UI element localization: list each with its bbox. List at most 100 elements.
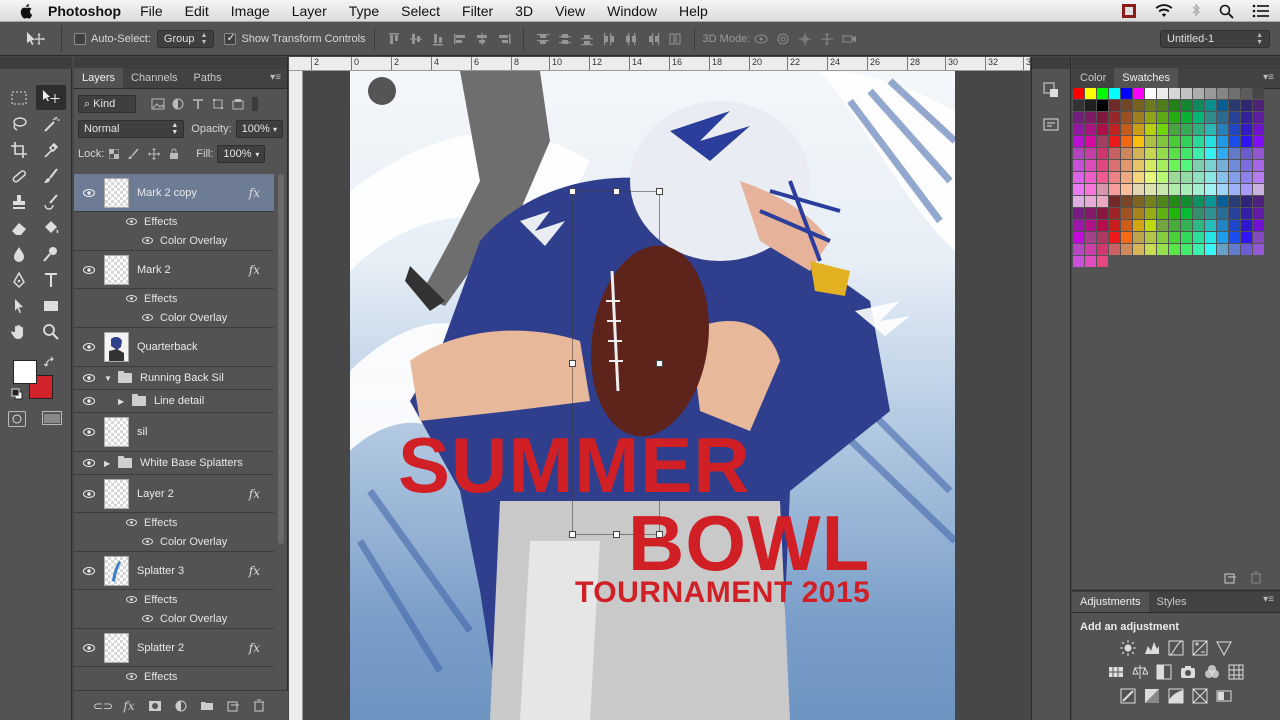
- distribute-vcenter-icon[interactable]: [556, 30, 574, 48]
- filter-shape-icon[interactable]: [208, 95, 228, 113]
- gradient-map-icon[interactable]: [1215, 687, 1233, 705]
- swatch[interactable]: [1205, 136, 1216, 147]
- lasso-tool[interactable]: [4, 111, 34, 136]
- document-canvas[interactable]: SUMMER BOWL TOURNAMENT 2015: [350, 71, 955, 720]
- swatch[interactable]: [1253, 208, 1264, 219]
- layer-group-white-base-splatters[interactable]: ▶ White Base Splatters: [74, 452, 274, 475]
- swatch[interactable]: [1241, 112, 1252, 123]
- swatch[interactable]: [1109, 196, 1120, 207]
- swatch[interactable]: [1145, 160, 1156, 171]
- swatch[interactable]: [1085, 160, 1096, 171]
- swatch[interactable]: [1121, 112, 1132, 123]
- swatch[interactable]: [1109, 172, 1120, 183]
- swatch[interactable]: [1121, 184, 1132, 195]
- layer-fx-icon[interactable]: fx: [249, 564, 260, 578]
- effects-eye-icon[interactable]: [124, 293, 138, 304]
- swatch[interactable]: [1157, 196, 1168, 207]
- effects-eye-icon[interactable]: [124, 594, 138, 605]
- menu-image[interactable]: Image: [231, 3, 270, 19]
- swatch[interactable]: [1169, 196, 1180, 207]
- swatch[interactable]: [1241, 148, 1252, 159]
- swatch[interactable]: [1217, 232, 1228, 243]
- swatch[interactable]: [1145, 220, 1156, 231]
- eraser-tool[interactable]: [4, 215, 34, 240]
- swatch[interactable]: [1193, 208, 1204, 219]
- swatch[interactable]: [1181, 160, 1192, 171]
- swatch[interactable]: [1241, 208, 1252, 219]
- tab-layers[interactable]: Layers: [74, 68, 124, 88]
- menu-edit[interactable]: Edit: [185, 3, 209, 19]
- swatch[interactable]: [1217, 160, 1228, 171]
- healing-brush-tool[interactable]: [4, 163, 34, 188]
- swatch[interactable]: [1241, 124, 1252, 135]
- color-lookup-icon[interactable]: [1227, 663, 1245, 681]
- swatch[interactable]: [1157, 88, 1168, 99]
- type-tool[interactable]: [36, 267, 66, 292]
- app-menu[interactable]: Photoshop: [48, 3, 121, 19]
- effect-eye-icon[interactable]: [140, 235, 154, 246]
- swatch[interactable]: [1181, 232, 1192, 243]
- swatch[interactable]: [1229, 172, 1240, 183]
- distribute-bottom-icon[interactable]: [578, 30, 596, 48]
- swatch[interactable]: [1133, 136, 1144, 147]
- swatch[interactable]: [1157, 100, 1168, 111]
- swatch[interactable]: [1073, 100, 1084, 111]
- swatch[interactable]: [1229, 148, 1240, 159]
- swatch[interactable]: [1097, 208, 1108, 219]
- visibility-eye-icon[interactable]: [74, 489, 104, 498]
- selective-color-icon[interactable]: [1191, 687, 1209, 705]
- swatch[interactable]: [1121, 148, 1132, 159]
- effects-eye-icon[interactable]: [124, 216, 138, 227]
- swatch[interactable]: [1109, 184, 1120, 195]
- visibility-eye-icon[interactable]: [74, 343, 104, 351]
- swatch[interactable]: [1253, 184, 1264, 195]
- swatch[interactable]: [1073, 208, 1084, 219]
- swatch[interactable]: [1193, 172, 1204, 183]
- swatch[interactable]: [1205, 220, 1216, 231]
- swatch[interactable]: [1193, 124, 1204, 135]
- align-hcenter-icon[interactable]: [473, 30, 491, 48]
- swatch[interactable]: [1157, 160, 1168, 171]
- visibility-eye-icon[interactable]: [74, 188, 104, 197]
- swatch-grid[interactable]: [1073, 88, 1264, 267]
- swatch[interactable]: [1253, 148, 1264, 159]
- swatch[interactable]: [1241, 184, 1252, 195]
- new-group-icon[interactable]: [198, 698, 216, 714]
- swatch[interactable]: [1169, 244, 1180, 255]
- 3d-rotate-icon[interactable]: [752, 30, 770, 48]
- swatch[interactable]: [1121, 220, 1132, 231]
- swatch[interactable]: [1193, 136, 1204, 147]
- swatch[interactable]: [1121, 136, 1132, 147]
- paint-bucket-tool[interactable]: [36, 215, 66, 240]
- swatch[interactable]: [1085, 148, 1096, 159]
- vibrance-icon[interactable]: [1215, 639, 1233, 657]
- horizontal-ruler[interactable]: 2 0 2 4 6 8 10 12 14 16 18 20 22 24 26 2…: [289, 57, 1030, 71]
- swatch[interactable]: [1073, 244, 1084, 255]
- swatch[interactable]: [1145, 136, 1156, 147]
- auto-select-checkbox[interactable]: [74, 32, 91, 45]
- swatch[interactable]: [1169, 88, 1180, 99]
- search-icon[interactable]: [1219, 4, 1234, 19]
- swatch[interactable]: [1085, 172, 1096, 183]
- swatch[interactable]: [1169, 184, 1180, 195]
- 3d-slide-icon[interactable]: [818, 30, 836, 48]
- swatch[interactable]: [1073, 220, 1084, 231]
- auto-align-icon[interactable]: [666, 30, 684, 48]
- swatch[interactable]: [1133, 160, 1144, 171]
- swatch[interactable]: [1181, 112, 1192, 123]
- swatch[interactable]: [1085, 196, 1096, 207]
- layer-splatter-3[interactable]: Splatter 3 fx Effects Color Overlay: [74, 552, 274, 629]
- swatch[interactable]: [1157, 232, 1168, 243]
- swatch[interactable]: [1169, 100, 1180, 111]
- curves-icon[interactable]: [1167, 639, 1185, 657]
- tab-swatches[interactable]: Swatches: [1114, 68, 1178, 88]
- swatch[interactable]: [1193, 244, 1204, 255]
- swatch[interactable]: [1181, 148, 1192, 159]
- swatch[interactable]: [1121, 196, 1132, 207]
- swatch[interactable]: [1121, 208, 1132, 219]
- color-balance-icon[interactable]: [1131, 663, 1149, 681]
- swatch[interactable]: [1157, 208, 1168, 219]
- swatch[interactable]: [1145, 124, 1156, 135]
- swatch[interactable]: [1145, 196, 1156, 207]
- swatch[interactable]: [1073, 124, 1084, 135]
